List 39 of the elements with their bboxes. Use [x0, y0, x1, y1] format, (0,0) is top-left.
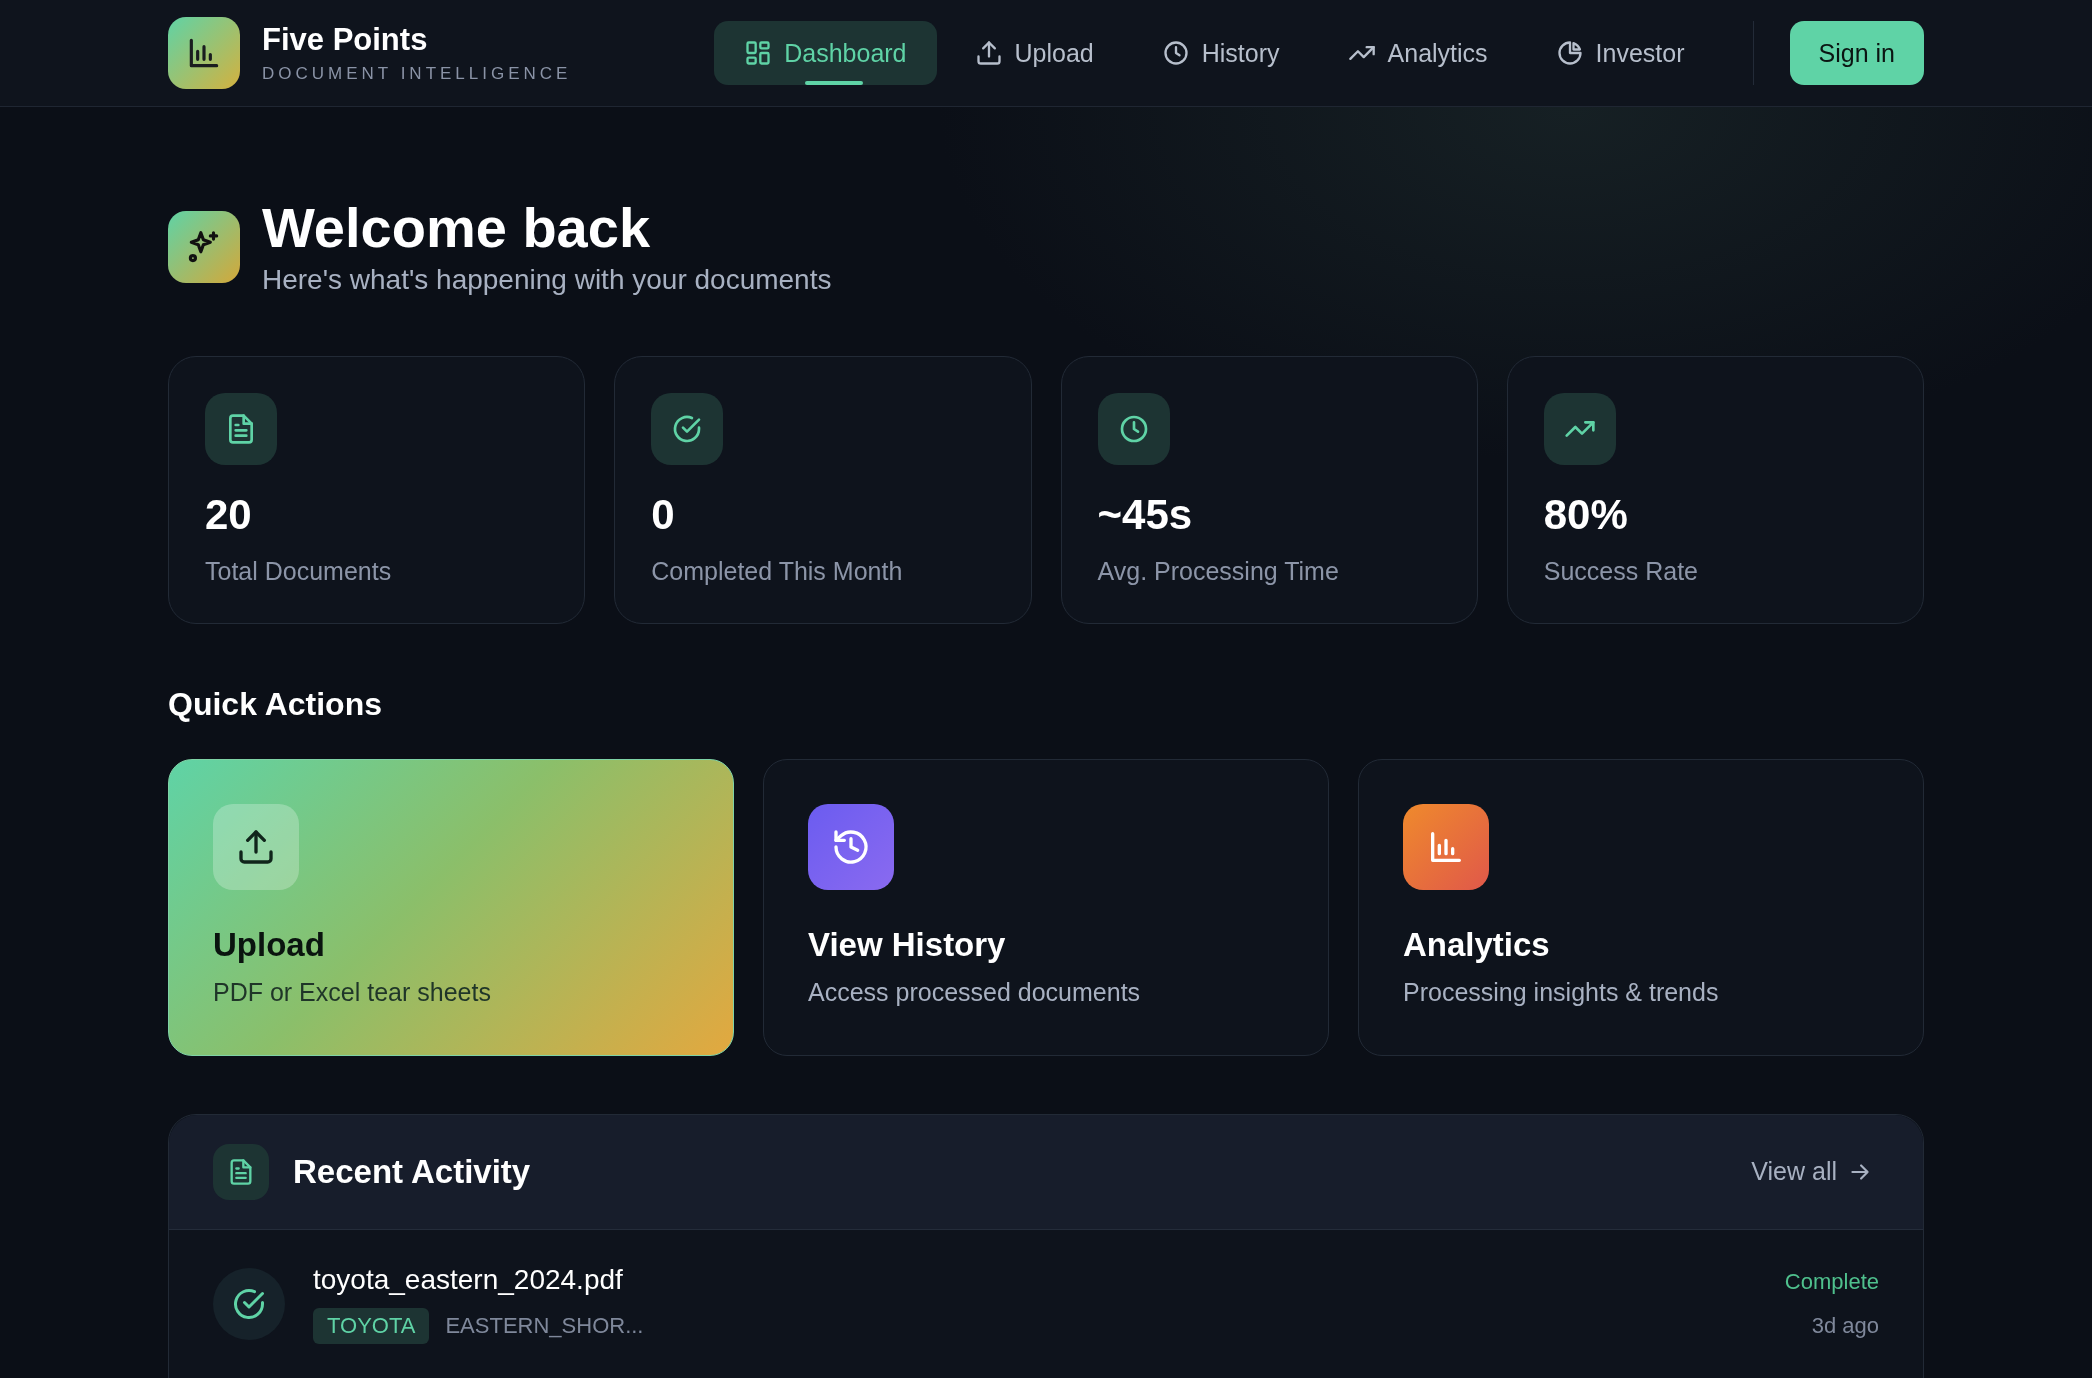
upload-icon — [974, 39, 1003, 67]
nav-tab[interactable]: Dashboard — [714, 21, 937, 85]
welcome-title: Welcome back — [262, 199, 652, 258]
stat-label: Avg. Processing Time — [1097, 556, 1340, 586]
action-card[interactable]: Upload PDF or Excel tear sheets — [168, 758, 734, 1056]
grid-icon — [744, 39, 773, 67]
action-description: Processing insights & trends — [1403, 977, 1720, 1007]
brand-tagline: DOCUMENT INTELLIGENCE — [262, 64, 572, 84]
nav-tab[interactable]: Investor — [1525, 21, 1715, 85]
clock-icon — [1161, 39, 1190, 67]
action-description: Access processed documents — [808, 977, 1142, 1007]
action-title: Analytics — [1403, 925, 1551, 964]
stat-value: 20 — [205, 490, 253, 539]
time-label: 3d ago — [1811, 1312, 1879, 1339]
file-name: toyota_eastern_2024.pdf — [313, 1263, 624, 1296]
action-title: View History — [808, 925, 1007, 964]
view-all-link[interactable]: View all — [1745, 1156, 1879, 1188]
section-title: Quick Actions — [168, 685, 383, 723]
action-description: PDF or Excel tear sheets — [213, 977, 492, 1007]
stat-label: Completed This Month — [651, 556, 904, 586]
action-card[interactable]: View History Access processed documents — [763, 758, 1329, 1056]
brand-name: Five Points — [262, 22, 429, 58]
nav-tab[interactable]: Upload — [944, 21, 1124, 85]
file-detail: EASTERN_SHOR... — [445, 1312, 644, 1339]
status-label: Complete — [1784, 1268, 1879, 1295]
stat-value: 0 — [651, 490, 676, 539]
stat-value: ~45s — [1097, 490, 1194, 539]
stat-label: Total Documents — [205, 556, 393, 586]
nav-tab[interactable]: History — [1131, 21, 1310, 85]
nav-tab[interactable]: Analytics — [1317, 21, 1518, 85]
panel-title: Recent Activity — [293, 1152, 531, 1191]
sign-in-button[interactable]: Sign in — [1789, 21, 1924, 85]
stat-value: 80% — [1543, 490, 1629, 539]
company-tag: TOYOTA — [313, 1307, 430, 1344]
pie-chart-icon — [1555, 39, 1584, 67]
stat-label: Success Rate — [1543, 556, 1699, 586]
action-card[interactable]: Analytics Processing insights & trends — [1358, 758, 1924, 1056]
welcome-subtitle: Here's what's happening with your documents — [262, 263, 832, 296]
action-title: Upload — [213, 925, 326, 964]
